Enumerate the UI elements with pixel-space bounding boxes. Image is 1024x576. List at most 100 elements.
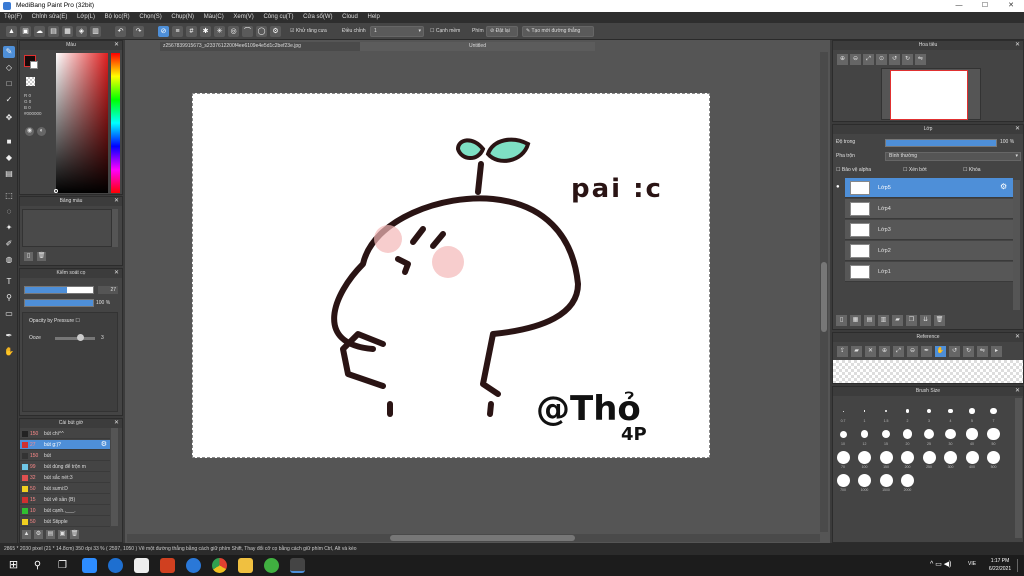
- brush-size-preset[interactable]: [944, 450, 957, 464]
- eraser-tool-icon[interactable]: ◇: [3, 62, 15, 74]
- close-icon[interactable]: ✕: [1015, 333, 1020, 342]
- export-icon[interactable]: ▦: [62, 26, 73, 37]
- menu-window[interactable]: Cửa sổ(W): [299, 12, 336, 23]
- ref-fit-icon[interactable]: ⤢: [893, 346, 904, 357]
- menu-file[interactable]: Tệp(F): [0, 12, 26, 23]
- duplicate-layer-icon[interactable]: ❐: [906, 315, 917, 326]
- layer-row[interactable]: Lớp2: [845, 241, 1013, 261]
- brush-size-preset[interactable]: [858, 450, 871, 464]
- close-icon[interactable]: ✕: [114, 269, 119, 278]
- operation-tool-icon[interactable]: ⚲: [3, 292, 15, 304]
- brush-size-preset[interactable]: [884, 409, 888, 413]
- store-icon[interactable]: [134, 558, 149, 573]
- magic-wand-icon[interactable]: ✦: [3, 222, 15, 234]
- saturation-value-picker[interactable]: [56, 53, 108, 193]
- brush-size-preset[interactable]: [924, 429, 934, 439]
- menu-color[interactable]: Màu(C): [200, 12, 228, 23]
- delete-brush-icon[interactable]: 🗑: [70, 530, 79, 539]
- brush-size-preset[interactable]: [901, 450, 914, 464]
- rotate-right-icon[interactable]: ↻: [902, 54, 913, 65]
- menu-snap[interactable]: Chụp(N): [167, 12, 198, 23]
- brush-list-item[interactable]: 27 bút g:)? ⚙: [20, 440, 110, 450]
- reference-preview[interactable]: [833, 360, 1023, 383]
- zoom-app-icon[interactable]: [82, 558, 97, 573]
- brush-size-preset[interactable]: [863, 410, 866, 412]
- dot-tool-icon[interactable]: ✓: [3, 94, 15, 106]
- open-icon[interactable]: ▣: [20, 26, 31, 37]
- tray-icons[interactable]: ^ ▭ ◀): [930, 560, 952, 568]
- new-8bit-layer-icon[interactable]: ▤: [864, 315, 875, 326]
- layer-row[interactable]: Lớp5: [845, 178, 1013, 198]
- layer-row[interactable]: Lớp4: [845, 199, 1013, 219]
- brush-size-preset[interactable]: [879, 473, 893, 487]
- snap-circle-icon[interactable]: ◎: [228, 26, 239, 37]
- ref-eyedropper-icon[interactable]: ✒: [921, 346, 932, 357]
- move-tool-icon[interactable]: ✥: [3, 112, 15, 124]
- ie-icon[interactable]: [186, 558, 201, 573]
- save-icon[interactable]: ▤: [48, 26, 59, 37]
- layer-scrollbar[interactable]: [1013, 180, 1020, 310]
- folder-icon[interactable]: ▰: [892, 315, 903, 326]
- open-folder-icon[interactable]: ▰: [851, 346, 862, 357]
- visibility-icon[interactable]: ●: [836, 184, 840, 190]
- close-icon[interactable]: ✕: [114, 41, 119, 50]
- merge-layer-icon[interactable]: ⇊: [920, 315, 931, 326]
- tab-file[interactable]: z2567839915673_s2337612200f4ee6109e4e5d1…: [160, 42, 360, 51]
- opacity-by-pressure-row[interactable]: Opacity by Pressure ☐: [29, 318, 80, 324]
- ref-next-icon[interactable]: ▸: [991, 346, 1002, 357]
- minimize-button[interactable]: —: [946, 0, 972, 12]
- office-icon[interactable]: [160, 558, 175, 573]
- gradient-tool-icon[interactable]: ▤: [3, 168, 15, 180]
- snap-off-icon[interactable]: ⊘: [158, 26, 169, 37]
- hand-tool-icon[interactable]: ✋: [3, 346, 15, 358]
- menu-layer[interactable]: Lớp(L): [73, 12, 99, 23]
- lock-toggle[interactable]: ☐ Khóa: [963, 167, 981, 173]
- ref-rotate-right-icon[interactable]: ↻: [963, 346, 974, 357]
- divide-tool-icon[interactable]: ▭: [3, 308, 15, 320]
- cloud-icon[interactable]: ☁: [34, 26, 45, 37]
- brush-list-item[interactable]: 10 bút cạnh.,___.: [20, 506, 110, 516]
- brush-list-item[interactable]: 99 bút dùng để trộn m: [20, 462, 110, 472]
- copy-brush-icon[interactable]: ▣: [58, 530, 67, 539]
- brush-size-preset[interactable]: [990, 407, 997, 415]
- secondary-color-swatch[interactable]: [30, 61, 38, 69]
- close-button[interactable]: ✕: [998, 0, 1024, 12]
- opacity-slider[interactable]: [24, 299, 94, 307]
- language-indicator[interactable]: VIE: [968, 561, 976, 567]
- select-eraser-icon[interactable]: ◍: [3, 254, 15, 266]
- add-color-icon[interactable]: ▯: [24, 252, 33, 261]
- ref-hand-icon[interactable]: ✋: [935, 346, 946, 357]
- anti-alias-toggle[interactable]: ☑ Khử răng cưa: [290, 27, 327, 36]
- brush-list-item[interactable]: 150 bút: [20, 451, 110, 461]
- size-slider[interactable]: [24, 286, 94, 294]
- close-icon[interactable]: ✕: [1015, 125, 1020, 134]
- brush-size-preset[interactable]: [839, 430, 847, 438]
- snap-vanish-icon[interactable]: ✱: [200, 26, 211, 37]
- brush-size-preset[interactable]: [836, 473, 850, 487]
- brush-size-preset[interactable]: [902, 429, 913, 439]
- brush-size-preset[interactable]: [858, 473, 871, 487]
- close-reference-icon[interactable]: ✕: [865, 346, 876, 357]
- brush-size-preset[interactable]: [969, 408, 975, 414]
- windows-start-icon[interactable]: ⊞: [6, 558, 21, 573]
- close-icon[interactable]: ✕: [114, 197, 119, 206]
- fit-icon[interactable]: ⤢: [863, 54, 874, 65]
- horizontal-scroll-thumb[interactable]: [390, 535, 575, 541]
- blend-select[interactable]: Bình thường ▾: [885, 152, 1021, 161]
- brush-list-item[interactable]: 32 bút sắc nét:3: [20, 473, 110, 483]
- menu-help[interactable]: Help: [364, 12, 384, 23]
- rotate-left-icon[interactable]: ↺: [889, 54, 900, 65]
- brush-size-preset[interactable]: [901, 473, 914, 487]
- color-set-scrollbar[interactable]: [112, 209, 118, 247]
- navigator-thumbnail[interactable]: [890, 70, 968, 120]
- brush-list-item[interactable]: 50 bút sumi:D: [20, 484, 110, 494]
- menu-view[interactable]: Xem(V): [229, 12, 257, 23]
- reset-button[interactable]: ⊘ Đặt lại: [486, 26, 518, 37]
- brush-settings-icon[interactable]: ⚙: [34, 530, 43, 539]
- brush-size-preset[interactable]: [927, 409, 931, 413]
- brush-size-preset[interactable]: [905, 409, 910, 413]
- chrome-icon[interactable]: [212, 558, 227, 573]
- delete-color-icon[interactable]: 🗑: [37, 252, 46, 261]
- share-icon[interactable]: ◈: [76, 26, 87, 37]
- brush-list-item[interactable]: 15 bút vẽ sần (B): [20, 495, 110, 505]
